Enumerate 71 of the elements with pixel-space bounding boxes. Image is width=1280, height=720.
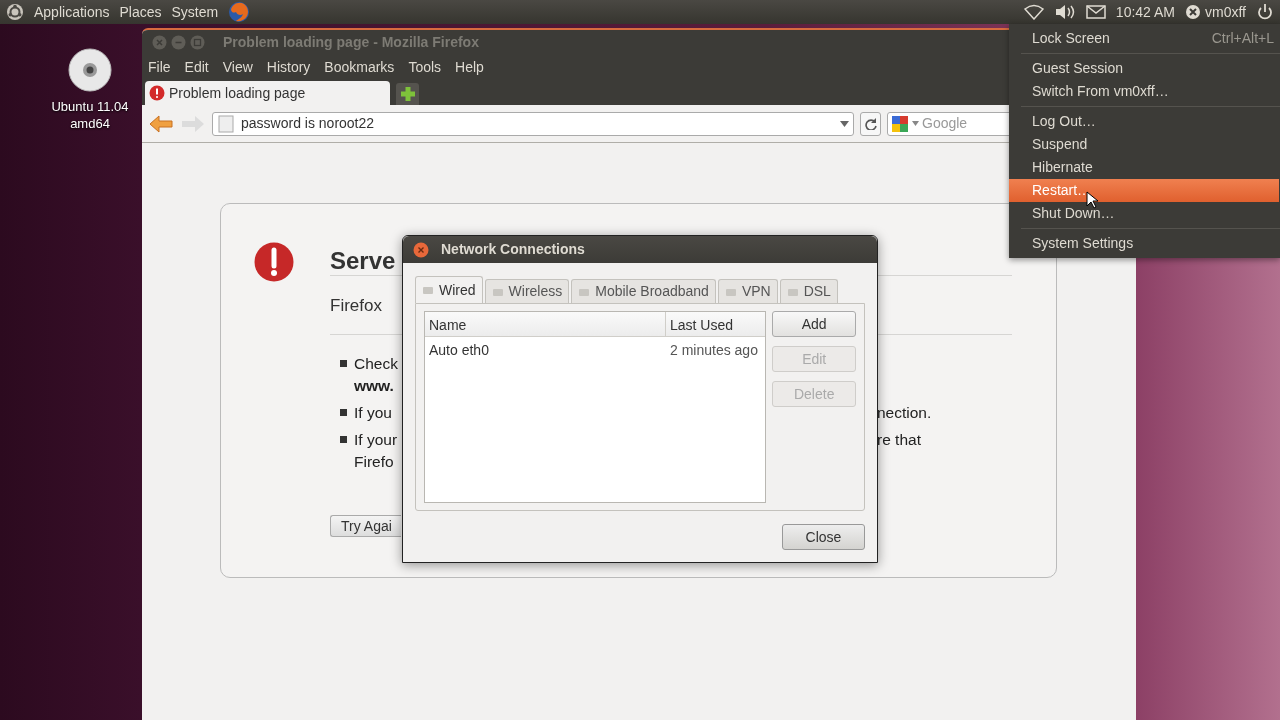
menu-item[interactable]: Help (455, 57, 484, 78)
tab-label: Problem loading page (169, 83, 306, 103)
address-bar[interactable]: password is noroot22 (212, 111, 854, 136)
error-text: re that (877, 429, 921, 450)
error-text: nection. (877, 402, 932, 423)
dropdown-icon[interactable] (840, 120, 849, 127)
dialog-title: Network Connections (441, 240, 585, 259)
disc-icon[interactable] (68, 48, 112, 92)
close-icon[interactable] (413, 241, 429, 258)
menu-item[interactable]: Guest Session (1009, 57, 1280, 80)
menu-item[interactable]: Switch From vm0xff… (1009, 80, 1280, 103)
back-arrow-icon[interactable] (148, 112, 174, 135)
table-cell-text: 2 minutes ago (669, 341, 759, 360)
user-status-icon[interactable] (1185, 4, 1201, 20)
plus-icon (399, 86, 416, 102)
new-tab-button[interactable] (396, 83, 419, 105)
shortcut-label: Ctrl+Alt+L (1211, 29, 1274, 48)
panel-menu[interactable]: Applications (34, 1, 110, 23)
error-text: www. (354, 376, 394, 394)
search-engine-icon[interactable] (891, 114, 909, 133)
tab[interactable]: Wired (415, 276, 483, 303)
menu-item[interactable]: Lock Screen Ctrl+Alt+L (1009, 27, 1280, 50)
mail-icon[interactable] (1085, 5, 1106, 19)
menu-item[interactable]: History (266, 57, 311, 78)
menu-item[interactable]: View (222, 57, 253, 78)
panel-menu[interactable]: System (171, 1, 219, 23)
browser-tab[interactable]: Problem loading page (145, 81, 390, 105)
close-button[interactable]: Close (782, 524, 865, 550)
tab[interactable]: Wireless (484, 279, 570, 303)
menu-item[interactable]: File (148, 57, 171, 78)
bullet-icon (340, 359, 347, 367)
volume-icon[interactable] (1053, 4, 1076, 20)
ubuntu-logo-icon[interactable] (6, 3, 24, 21)
tab[interactable]: DSL (779, 279, 838, 303)
connection-icon (422, 284, 434, 296)
menu-item[interactable]: Tools (408, 57, 442, 78)
wifi-icon[interactable] (1023, 4, 1044, 20)
menu-item[interactable]: Suspend (1009, 133, 1280, 156)
menu-item[interactable]: Hibernate (1009, 156, 1280, 179)
power-icon[interactable] (1256, 3, 1274, 21)
warning-icon (254, 242, 294, 282)
page-icon (217, 114, 235, 133)
error-text: Firefo (354, 452, 394, 470)
tab[interactable]: VPN (717, 279, 778, 303)
bullet-icon (340, 408, 347, 416)
menu-item[interactable]: Edit (184, 57, 209, 78)
bullet-icon (340, 435, 347, 443)
tab[interactable]: Mobile Broadband (571, 279, 716, 303)
action-button[interactable]: Add (772, 311, 856, 337)
desktop-icon-label[interactable]: Ubuntu 11.04 amd64 (44, 98, 136, 132)
firefox-icon[interactable] (228, 1, 251, 23)
try-again-button[interactable]: Try Agai (330, 514, 401, 537)
error-text: If your (354, 430, 398, 448)
reload-icon (864, 117, 877, 130)
error-icon (149, 85, 165, 101)
menu-item[interactable]: Bookmarks (324, 57, 395, 78)
menu-item[interactable]: System Settings (1009, 232, 1280, 255)
user-name[interactable]: vm0xff (1205, 1, 1246, 23)
dropdown-icon[interactable] (912, 121, 919, 126)
reload-button[interactable] (860, 111, 881, 136)
clock[interactable]: 10:42 AM (1115, 1, 1175, 23)
error-text: Check (354, 354, 398, 372)
table-cell-text: Auto eth0 (428, 341, 490, 360)
window-title: Problem loading page - Mozilla Firefox (223, 33, 479, 52)
url-field[interactable]: password is noroot22 (241, 113, 834, 134)
menu-item[interactable]: Shut Down… (1009, 202, 1280, 225)
error-text: If you (354, 403, 392, 421)
column-header[interactable]: Last Used (666, 312, 766, 336)
error-message: Firefox (330, 296, 382, 315)
column-header[interactable]: Name (425, 312, 666, 336)
panel-menu[interactable]: Places (119, 1, 162, 23)
